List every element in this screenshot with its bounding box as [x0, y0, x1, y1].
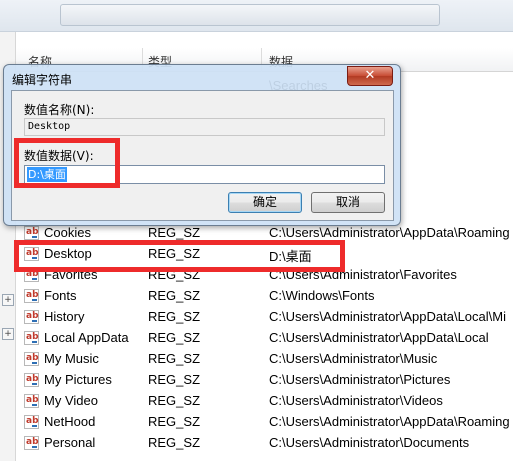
value-name: My Video	[44, 393, 98, 408]
close-icon: ✕	[364, 68, 376, 83]
value-name-field: Desktop	[24, 118, 385, 136]
scrollbar-thumb[interactable]	[60, 4, 440, 26]
value-type: REG_SZ	[148, 225, 201, 240]
table-row[interactable]: ab Personal REG_SZ C:\Users\Administrator\D…	[16, 433, 513, 454]
value-type: REG_SZ	[148, 351, 201, 366]
value-data: C:\Users\Administrator\Documents	[269, 435, 470, 450]
value-type: REG_SZ	[148, 435, 201, 450]
highlight-desktop-row	[14, 240, 345, 272]
string-value-icon: ab	[24, 331, 39, 345]
string-value-icon: ab	[24, 289, 39, 303]
value-data: C:\Users\Administrator\Videos	[269, 393, 443, 408]
value-name: My Pictures	[44, 372, 112, 387]
value-name: History	[44, 309, 85, 324]
string-value-icon: ab	[24, 373, 39, 387]
value-name: Personal	[44, 435, 96, 450]
value-name: NetHood	[44, 414, 96, 429]
highlight-value-data	[14, 138, 120, 188]
cancel-button[interactable]: 取消	[311, 192, 385, 213]
value-name: Fonts	[44, 288, 77, 303]
string-value-icon: ab	[24, 394, 39, 408]
value-data: C:\Users\Administrator\AppData\Roaming	[269, 414, 510, 429]
value-type: REG_SZ	[148, 309, 201, 324]
dialog-title: 编辑字符串	[12, 73, 73, 87]
table-row[interactable]: ab History REG_SZ C:\Users\Administrator\Ap…	[16, 307, 513, 328]
value-type: REG_SZ	[148, 393, 201, 408]
table-row[interactable]: ab My Music REG_SZ C:\Users\Administrator\M…	[16, 349, 513, 370]
table-row[interactable]: ab NetHood REG_SZ C:\Users\Administrator\Ap…	[16, 412, 513, 433]
close-button[interactable]: ✕	[347, 66, 393, 86]
value-name-label: 数值名称(N):	[24, 103, 95, 117]
value-data: C:\Windows\Fonts	[269, 288, 375, 303]
table-row[interactable]: ab My Video REG_SZ C:\Users\Administrator\V…	[16, 391, 513, 412]
value-data: C:\Users\Administrator\AppData\Roaming	[269, 225, 510, 240]
value-type: REG_SZ	[148, 414, 201, 429]
string-value-icon: ab	[24, 310, 39, 324]
string-value-icon: ab	[24, 352, 39, 366]
string-value-icon: ab	[24, 415, 39, 429]
value-type: REG_SZ	[148, 330, 201, 345]
value-type: REG_SZ	[148, 372, 201, 387]
expand-icon[interactable]: +	[2, 328, 14, 340]
value-data: C:\Users\Administrator\Pictures	[269, 372, 451, 387]
table-row[interactable]: ab Local AppData REG_SZ C:\Users\Administra…	[16, 328, 513, 349]
value-name: Cookies	[44, 225, 91, 240]
horizontal-scrollbar[interactable]	[0, 0, 513, 32]
table-row[interactable]: ab My Pictures REG_SZ C:\Users\Administrato…	[16, 370, 513, 391]
value-data: C:\Users\Administrator\AppData\Local	[269, 330, 489, 345]
value-type: REG_SZ	[148, 288, 201, 303]
value-name: My Music	[44, 351, 99, 366]
expand-icon[interactable]: +	[2, 294, 14, 306]
value-data: C:\Users\Administrator\Music	[269, 351, 438, 366]
string-value-icon: ab	[24, 436, 39, 450]
table-row[interactable]: ab Fonts REG_SZ C:\Windows\Fonts	[16, 286, 513, 307]
ok-button[interactable]: 确定	[228, 192, 302, 213]
value-data: C:\Users\Administrator\AppData\Local\Mi	[269, 309, 506, 324]
string-value-icon: ab	[24, 226, 39, 240]
value-name: Local AppData	[44, 330, 129, 345]
